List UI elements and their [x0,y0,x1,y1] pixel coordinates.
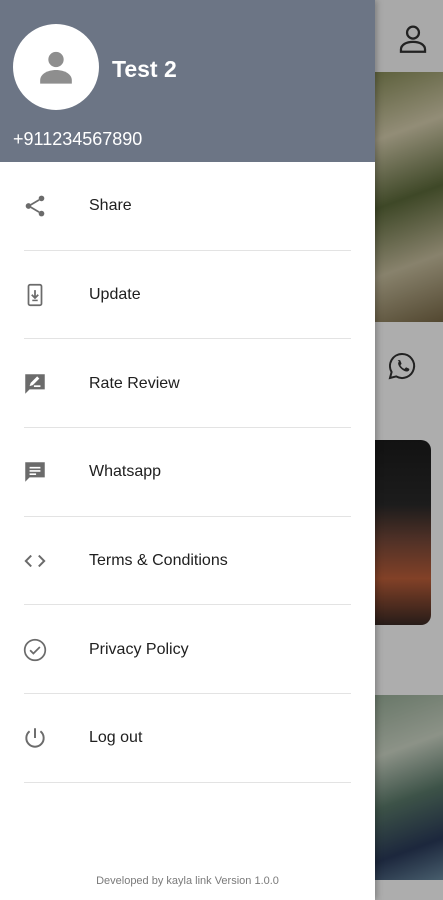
menu-item-whatsapp[interactable]: Whatsapp [0,428,375,517]
navigation-drawer: Test 2 +911234567890 Share Update Rate R… [0,0,375,900]
avatar[interactable] [13,24,99,110]
chat-icon [20,457,50,487]
footer-version-text: Developed by kayla link Version 1.0.0 [96,875,279,887]
divider [24,781,351,783]
user-phone: +911234567890 [13,129,143,149]
drawer-menu: Share Update Rate Review Whatsapp Terms … [0,162,375,783]
menu-item-rate-review[interactable]: Rate Review [0,339,375,429]
menu-item-label: Privacy Policy [89,640,189,658]
menu-item-terms[interactable]: Terms & Conditions [0,517,375,606]
check-circle-icon [20,635,50,665]
menu-item-update[interactable]: Update [0,251,375,340]
menu-item-label: Terms & Conditions [89,552,228,570]
code-icon [20,546,50,576]
menu-item-share[interactable]: Share [0,162,375,251]
menu-item-label: Update [89,286,141,304]
menu-item-label: Log out [89,729,143,747]
menu-item-privacy-policy[interactable]: Privacy Policy [0,605,375,695]
menu-item-label: Whatsapp [89,463,162,481]
rate-review-icon [20,369,50,399]
menu-item-log-out[interactable]: Log out [0,694,375,783]
user-name: Test 2 [112,56,177,82]
menu-item-label: Rate Review [89,374,180,392]
drawer-header: Test 2 +911234567890 [0,0,375,162]
share-icon [20,191,50,221]
power-icon [20,723,50,753]
menu-item-label: Share [89,197,132,215]
update-icon [20,280,50,310]
person-icon [40,51,72,84]
